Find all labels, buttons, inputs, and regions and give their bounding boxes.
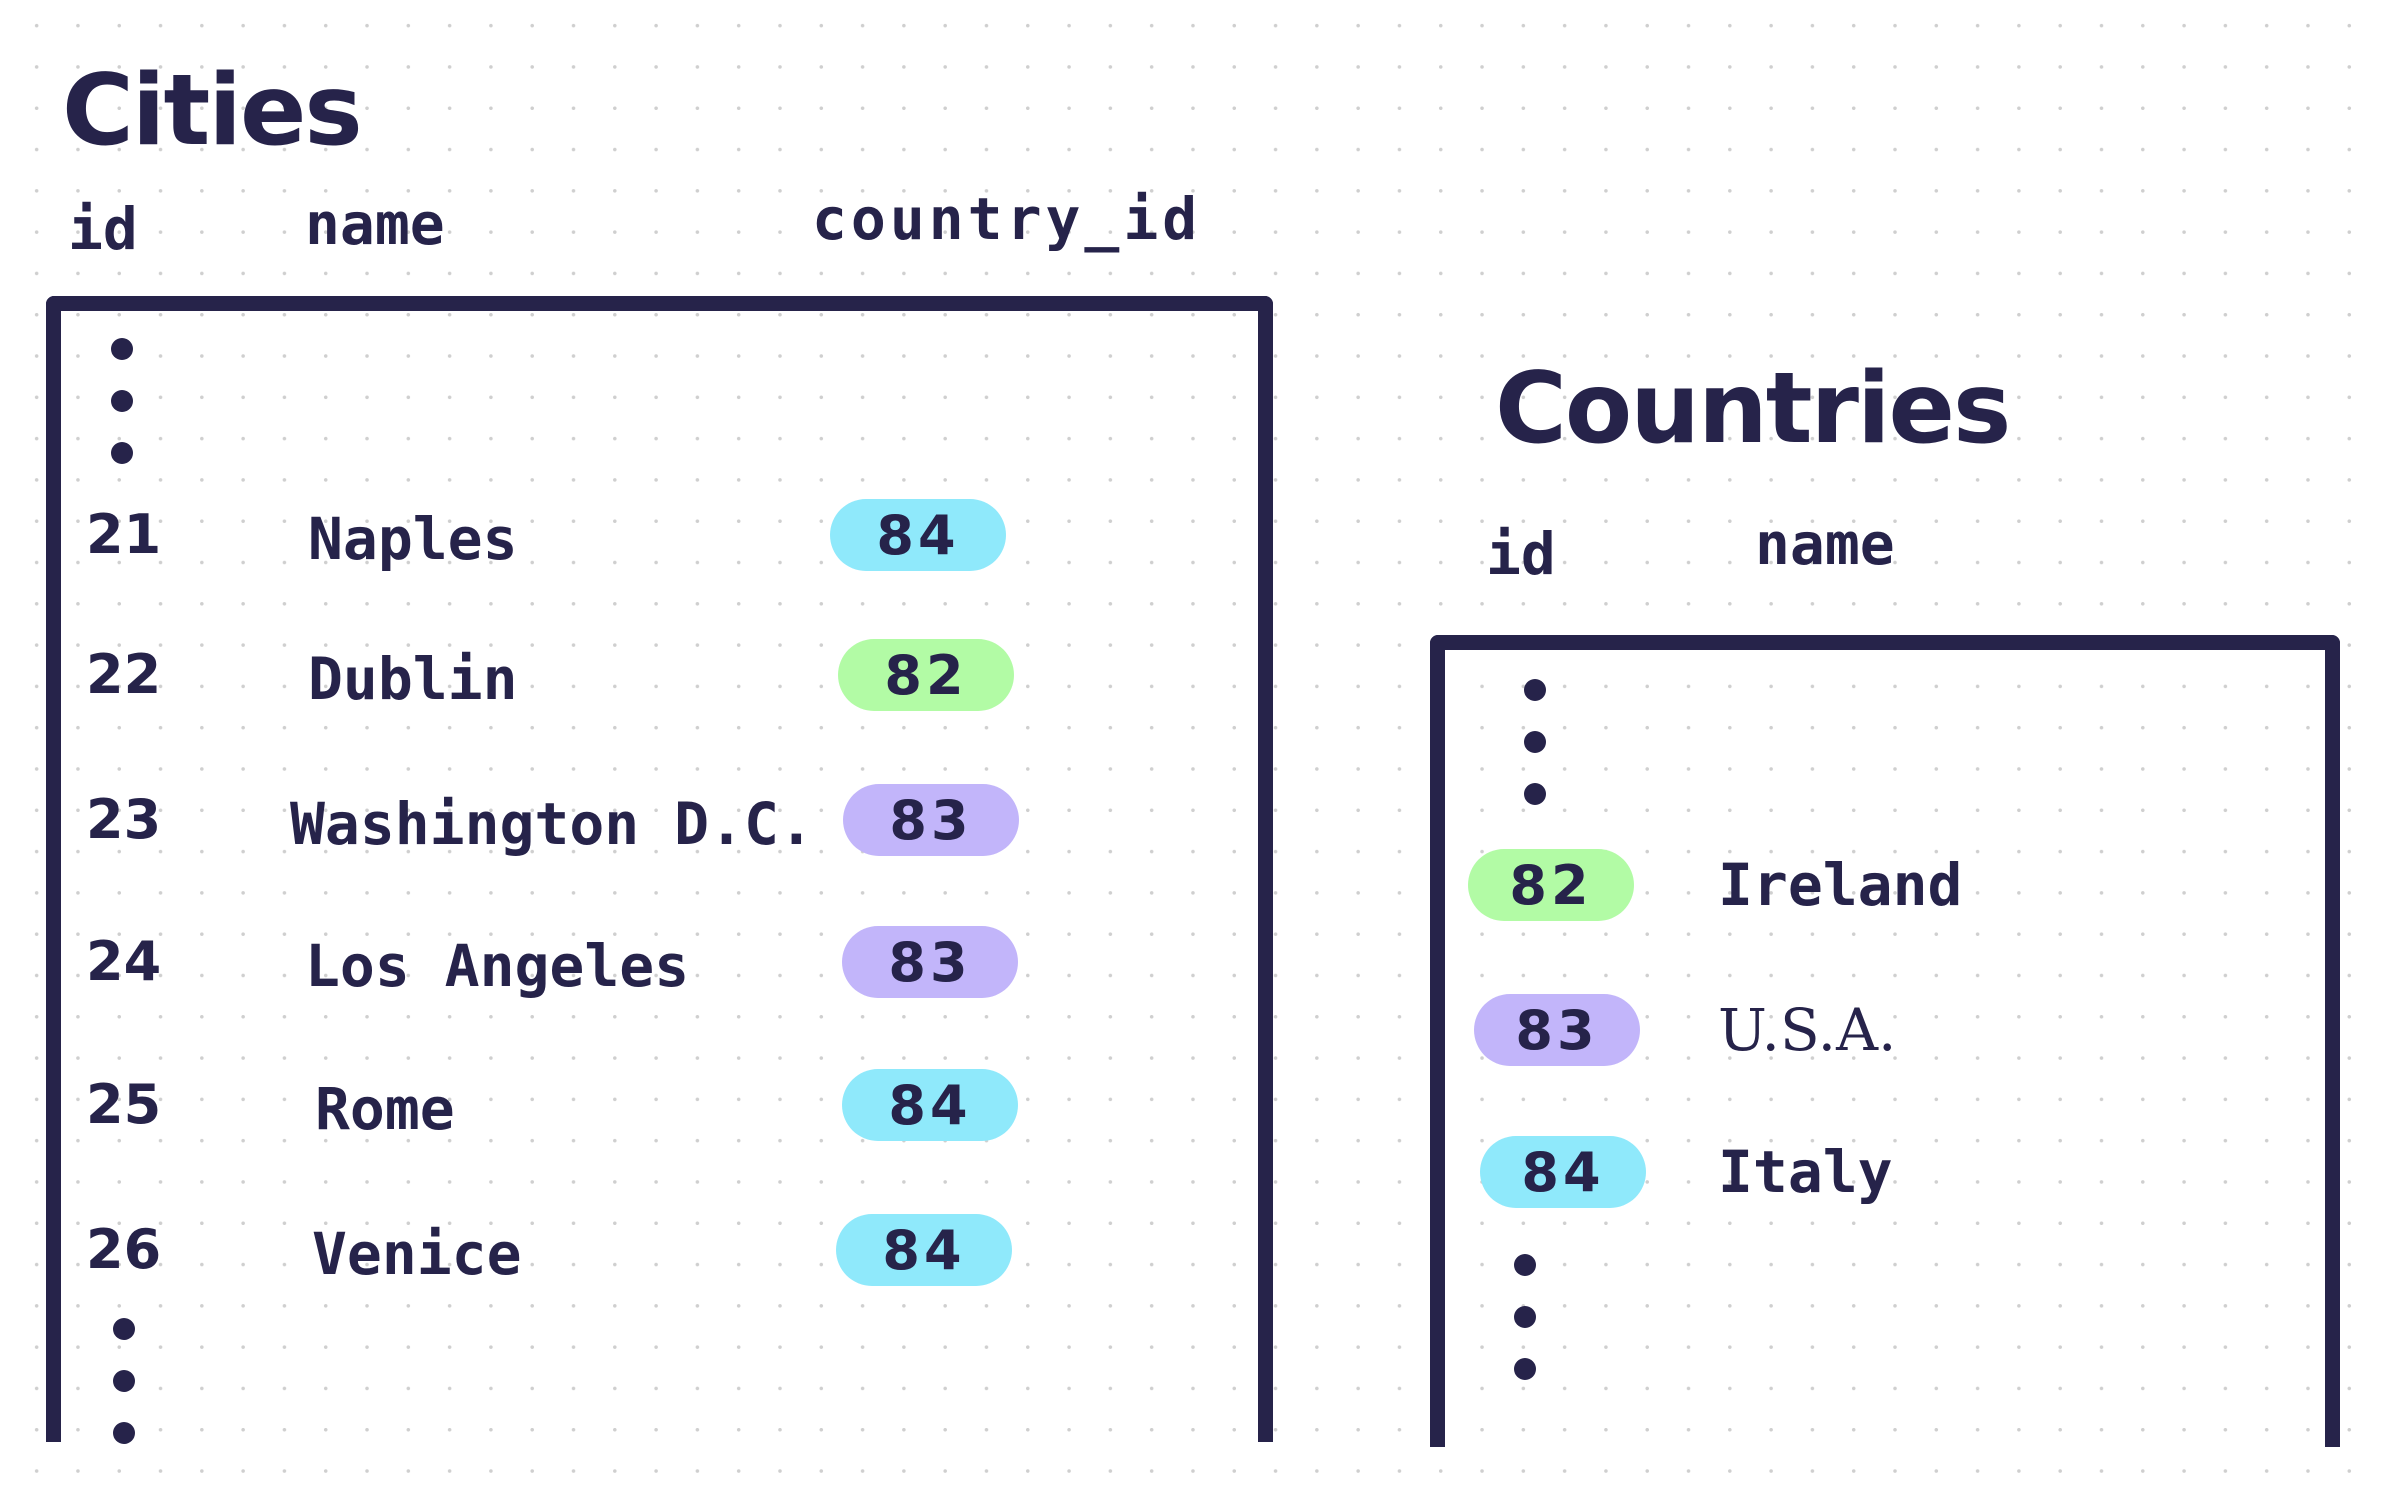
city-name: Washington D.C. <box>290 790 814 858</box>
country-id-badge: 84 <box>836 1214 1012 1286</box>
countries-title: Countries <box>1495 352 2011 466</box>
more-rows-bottom-icon <box>1514 1254 1536 1410</box>
country-id-badge: 82 <box>1468 849 1634 921</box>
country-name: Italy <box>1718 1138 1893 1206</box>
city-name: Venice <box>312 1220 522 1288</box>
city-name: Rome <box>315 1075 455 1143</box>
cities-header-id: id <box>68 195 138 263</box>
countries-header-id: id <box>1486 520 1556 588</box>
country-id-badge: 83 <box>1474 994 1640 1066</box>
country-id-badge: 83 <box>842 926 1018 998</box>
country-id-badge: 83 <box>843 784 1019 856</box>
cities-header-country-id: country_id <box>812 185 1202 253</box>
city-name: Naples <box>308 505 518 573</box>
countries-header-name: name <box>1755 510 1895 578</box>
more-rows-bottom-icon <box>113 1318 135 1474</box>
more-rows-top-icon <box>1524 679 1546 835</box>
city-name: Los Angeles <box>305 932 690 1000</box>
cities-header-name: name <box>305 190 445 258</box>
country-name: Ireland <box>1718 851 1963 919</box>
city-id: 23 <box>86 788 162 851</box>
city-id: 22 <box>86 643 162 706</box>
more-rows-top-icon <box>111 338 133 494</box>
city-id: 21 <box>86 503 162 566</box>
city-id: 26 <box>86 1218 162 1281</box>
city-name: Dublin <box>308 645 518 713</box>
country-id-badge: 82 <box>838 639 1014 711</box>
country-name: U.S.A. <box>1718 996 1897 1064</box>
cities-title: Cities <box>62 54 363 168</box>
city-id: 25 <box>86 1073 162 1136</box>
city-id: 24 <box>86 930 162 993</box>
country-id-badge: 84 <box>830 499 1006 571</box>
cities-table-frame <box>46 296 1273 1442</box>
country-id-badge: 84 <box>1480 1136 1646 1208</box>
country-id-badge: 84 <box>842 1069 1018 1141</box>
